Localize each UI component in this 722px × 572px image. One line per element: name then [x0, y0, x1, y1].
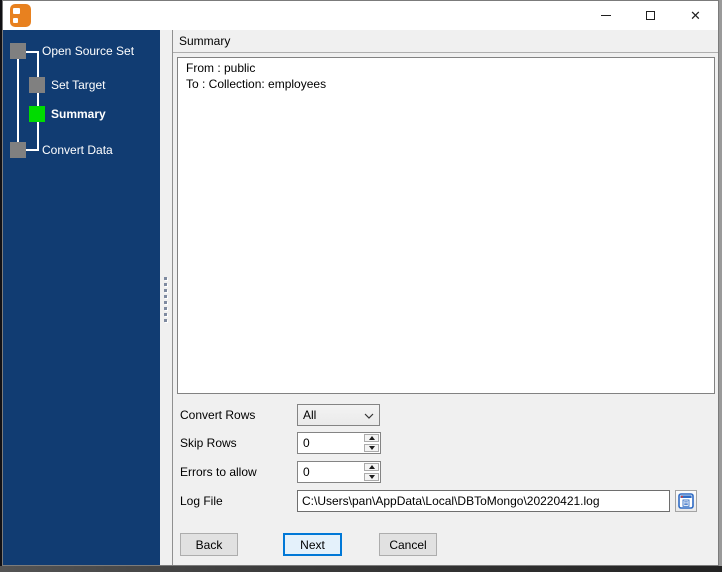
arrow-up-icon: [368, 436, 375, 440]
log-file-label: Log File: [180, 494, 223, 508]
summary-line-to: To : Collection: employees: [186, 77, 327, 91]
app-icon-glyph: [13, 18, 18, 23]
arrow-up-icon: [368, 465, 375, 469]
arrow-down-icon: [368, 446, 375, 450]
panel-splitter[interactable]: [160, 30, 172, 565]
maximize-button[interactable]: [628, 1, 673, 30]
spinner-buttons: [364, 434, 379, 452]
chevron-down-icon: [364, 413, 374, 419]
app-icon: [10, 4, 31, 27]
minimize-icon: [600, 15, 611, 16]
close-button[interactable]: ✕: [673, 1, 718, 30]
close-icon: ✕: [690, 8, 701, 23]
step-indicator-set-target: [29, 77, 45, 93]
screen: ✕ Open Source Set Set Target Summary Con…: [0, 0, 722, 572]
wizard-sidebar: Open Source Set Set Target Summary Conve…: [3, 30, 160, 565]
step-indicator-convert-data: [10, 142, 26, 158]
step-label-open-source-set: Open Source Set: [42, 44, 135, 58]
minimize-button[interactable]: [583, 1, 628, 30]
spinner-buttons: [364, 463, 379, 481]
app-icon-glyph: [13, 8, 20, 14]
skip-rows-value: 0: [303, 436, 310, 450]
errors-to-allow-spinner[interactable]: 0: [297, 461, 381, 483]
wizard-tree-line: [26, 51, 39, 53]
main-panel: Summary From : public To : Collection: e…: [172, 30, 718, 565]
window-controls: ✕: [583, 1, 718, 30]
log-file-input[interactable]: [297, 490, 670, 512]
summary-text-area[interactable]: From : public To : Collection: employees: [177, 57, 715, 394]
errors-to-allow-value: 0: [303, 465, 310, 479]
app-window: ✕ Open Source Set Set Target Summary Con…: [2, 0, 719, 566]
summary-line-from: From : public: [186, 61, 256, 75]
wizard-tree-line: [37, 51, 39, 151]
window-edge-bottom: [0, 566, 722, 572]
skip-rows-label: Skip Rows: [180, 436, 237, 450]
arrow-down-icon: [368, 475, 375, 479]
next-button[interactable]: Next: [283, 533, 342, 556]
log-document-icon: [678, 493, 694, 509]
step-label-convert-data: Convert Data: [42, 143, 113, 157]
wizard-tree-line: [17, 59, 19, 142]
skip-rows-decrement-button[interactable]: [364, 444, 379, 452]
skip-rows-increment-button[interactable]: [364, 434, 379, 442]
convert-rows-label: Convert Rows: [180, 408, 256, 422]
step-label-summary: Summary: [51, 107, 106, 121]
titlebar: ✕: [3, 1, 718, 30]
step-indicator-summary-current: [29, 106, 45, 122]
errors-to-allow-increment-button[interactable]: [364, 463, 379, 471]
maximize-icon: [646, 11, 655, 20]
splitter-grip-icon: [164, 277, 167, 322]
convert-rows-value: All: [303, 408, 317, 422]
convert-rows-select[interactable]: All: [297, 404, 380, 426]
back-button[interactable]: Back: [180, 533, 238, 556]
skip-rows-spinner[interactable]: 0: [297, 432, 381, 454]
step-label-set-target: Set Target: [51, 78, 106, 92]
step-indicator-open-source-set: [10, 43, 26, 59]
cancel-button[interactable]: Cancel: [379, 533, 437, 556]
wizard-tree-line: [26, 149, 39, 151]
errors-to-allow-label: Errors to allow: [180, 465, 257, 479]
view-log-button[interactable]: [675, 490, 697, 512]
errors-to-allow-decrement-button[interactable]: [364, 473, 379, 481]
summary-group-header: Summary: [173, 30, 718, 53]
